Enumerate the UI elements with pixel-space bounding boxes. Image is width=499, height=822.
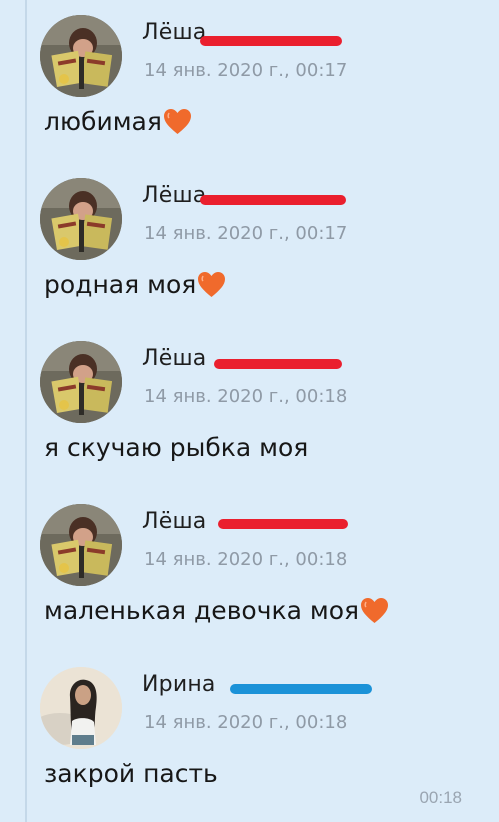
message-text: маленькая девочка моя <box>44 596 360 625</box>
avatar[interactable] <box>40 341 122 423</box>
message-text: родная моя <box>44 270 197 299</box>
footer-time: 00:18 <box>419 788 462 807</box>
message-body: любимая <box>44 107 192 136</box>
heart-icon <box>360 597 389 624</box>
message-text: закрой пасть <box>44 759 218 788</box>
message-timestamp: 14 янв. 2020 г., 00:17 <box>144 60 348 81</box>
sender-name[interactable]: Лёша <box>142 183 207 208</box>
sender-name[interactable]: Лёша <box>142 509 207 534</box>
message-item: Лёша 14 янв. 2020 г., 00:18 маленькая де… <box>0 489 499 652</box>
avatar[interactable] <box>40 667 122 749</box>
message-body: закрой пасть <box>44 759 218 788</box>
message-timestamp: 14 янв. 2020 г., 00:18 <box>144 549 348 570</box>
name-redaction <box>230 684 372 694</box>
message-item: Ирина 14 янв. 2020 г., 00:18 закрой паст… <box>0 652 499 804</box>
message-item: Лёша 14 янв. 2020 г., 00:17 родная моя <box>0 163 499 326</box>
avatar[interactable] <box>40 15 122 97</box>
boy-reading-book-icon <box>40 178 122 260</box>
name-redaction <box>218 519 348 529</box>
avatar[interactable] <box>40 504 122 586</box>
name-redaction <box>214 359 342 369</box>
sender-name[interactable]: Лёша <box>142 346 207 371</box>
name-redaction <box>200 195 346 205</box>
boy-reading-book-icon <box>40 341 122 423</box>
message-text: любимая <box>44 107 162 136</box>
boy-reading-book-icon <box>40 504 122 586</box>
message-timestamp: 14 янв. 2020 г., 00:18 <box>144 386 348 407</box>
message-timestamp: 14 янв. 2020 г., 00:18 <box>144 712 348 733</box>
heart-icon <box>163 108 192 135</box>
message-body: родная моя <box>44 270 226 299</box>
message-timestamp: 14 янв. 2020 г., 00:17 <box>144 223 348 244</box>
heart-icon <box>197 271 226 298</box>
message-list: Лёша 14 янв. 2020 г., 00:17 любимая Лёша <box>0 0 499 804</box>
name-redaction <box>200 36 342 46</box>
avatar[interactable] <box>40 178 122 260</box>
message-body: маленькая девочка моя <box>44 596 389 625</box>
sender-name[interactable]: Лёша <box>142 20 207 45</box>
boy-reading-book-icon <box>40 15 122 97</box>
sender-name[interactable]: Ирина <box>142 672 216 697</box>
message-item: Лёша 14 янв. 2020 г., 00:18 я скучаю рыб… <box>0 326 499 489</box>
message-item: Лёша 14 янв. 2020 г., 00:17 любимая <box>0 0 499 163</box>
message-body: я скучаю рыбка моя <box>44 433 308 462</box>
message-text: я скучаю рыбка моя <box>44 433 309 462</box>
girl-long-hair-icon <box>40 667 122 749</box>
